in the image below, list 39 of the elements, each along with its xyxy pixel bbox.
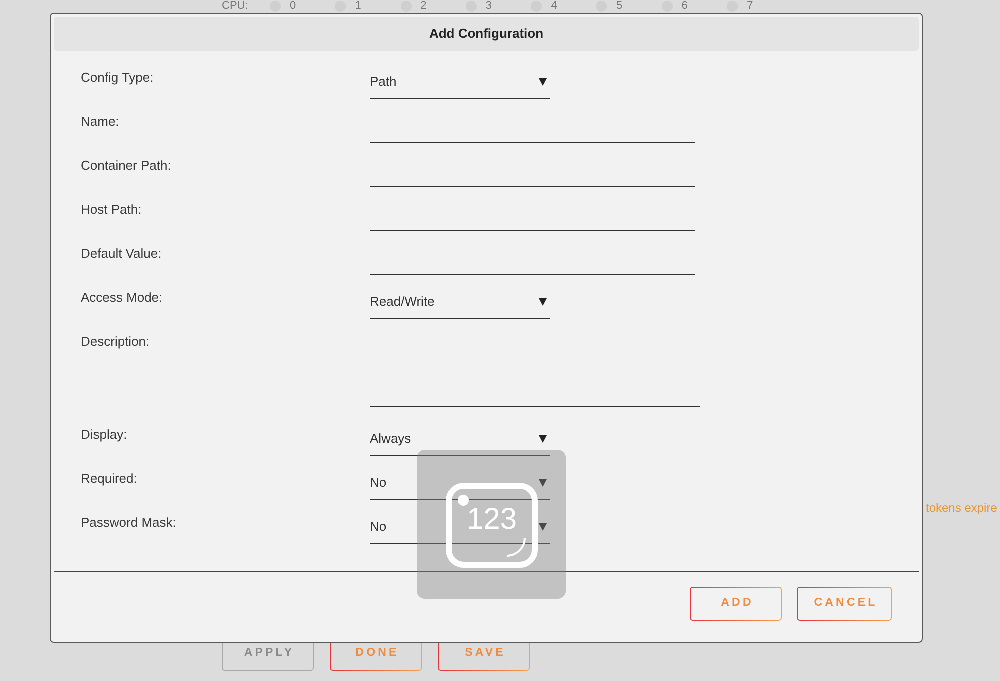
caret-icon [539,78,547,86]
arc-icon [506,537,526,557]
dropdown[interactable]: Read/Write [370,291,550,319]
radio-button[interactable] [466,1,477,12]
field-label: Password Mask: [81,514,176,531]
caret-icon [539,523,547,531]
field-label: Name: [81,113,120,130]
radio-button[interactable] [531,1,542,12]
radio-label: 6 [682,0,688,13]
caret-icon [539,479,547,487]
field-label: Description: [81,333,150,350]
field-label: Config Type: [81,69,154,86]
radio-label: 3 [486,0,492,13]
radio-button[interactable] [335,1,346,12]
field-label: Required: [81,470,138,487]
radio-label: 2 [420,0,427,13]
field-label: Default Value: [81,245,162,262]
radio-label: 7 [747,0,754,13]
field-label: Container Path: [81,157,172,174]
field-label: Host Path: [81,201,142,218]
field-label: Display: [81,426,128,443]
field-label: Access Mode: [81,289,163,306]
radio-button[interactable] [727,1,738,12]
radio-label: 1 [355,0,362,13]
dialog-title: Add Configuration [429,25,544,44]
caret-icon [539,298,547,306]
notice-text: tokens expire [926,500,998,516]
radio-button[interactable] [400,1,412,12]
dropdown[interactable]: Always [370,428,550,456]
radio-button[interactable] [270,1,281,12]
field-label: CPU: [222,0,250,13]
radio-label: 5 [616,0,623,13]
dropdown[interactable]: Path [370,71,550,99]
radio-button[interactable] [662,1,673,12]
radio-label: 0 [290,0,296,13]
dot-icon [458,495,469,506]
caret-icon [539,435,547,443]
radio-label: 4 [551,0,558,13]
radio-button[interactable] [596,1,608,12]
